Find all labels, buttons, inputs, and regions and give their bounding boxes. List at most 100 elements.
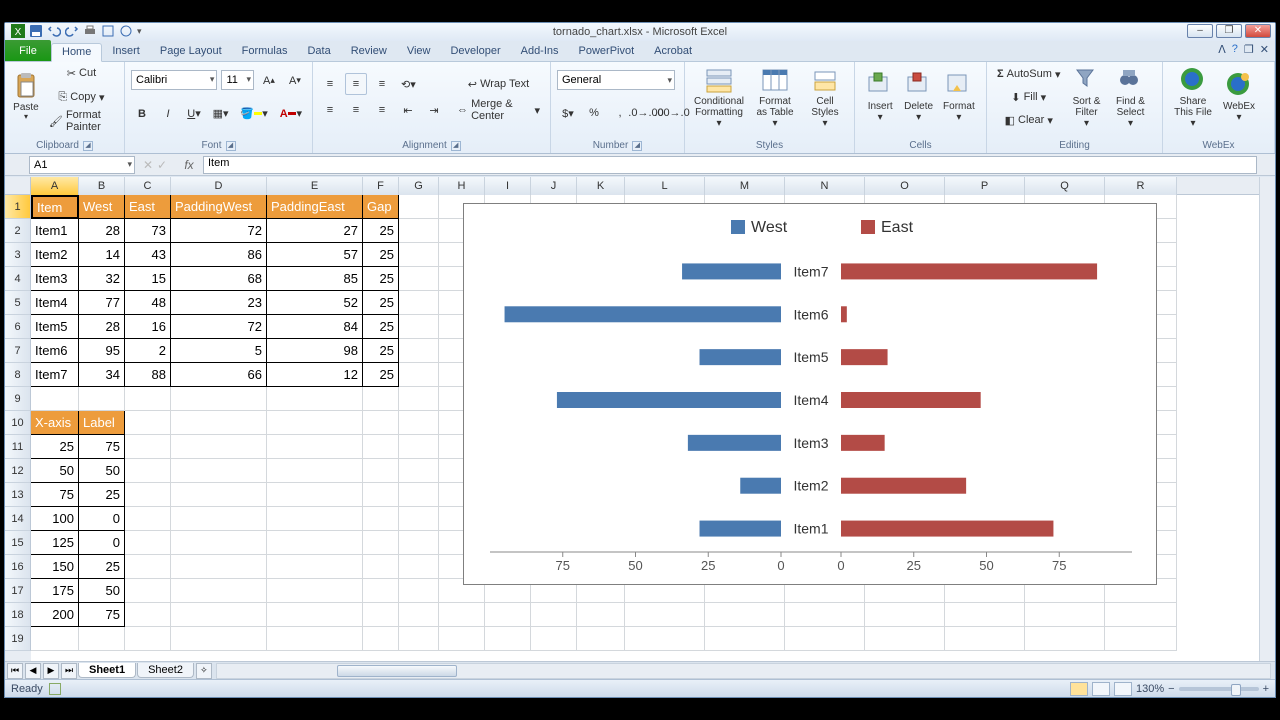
row-header-15[interactable]: 15 <box>5 531 31 555</box>
cell[interactable] <box>125 387 171 411</box>
cell[interactable] <box>705 603 785 627</box>
cell[interactable] <box>399 219 439 243</box>
qat-icon-2[interactable] <box>119 24 133 38</box>
row-header-10[interactable]: 10 <box>5 411 31 435</box>
row-header-6[interactable]: 6 <box>5 315 31 339</box>
cell[interactable]: 34 <box>79 363 125 387</box>
cell[interactable] <box>363 459 399 483</box>
cell[interactable] <box>267 507 363 531</box>
cell[interactable] <box>363 555 399 579</box>
decrease-decimal-button[interactable]: .00→.0 <box>661 102 683 124</box>
cell[interactable] <box>485 603 531 627</box>
cell[interactable]: 28 <box>79 315 125 339</box>
row-header-13[interactable]: 13 <box>5 483 31 507</box>
tab-developer[interactable]: Developer <box>440 43 510 61</box>
cell[interactable]: 57 <box>267 243 363 267</box>
cell[interactable] <box>125 627 171 651</box>
cell[interactable]: Item4 <box>31 291 79 315</box>
cell[interactable]: 48 <box>125 291 171 315</box>
embedded-chart[interactable]: WestEastItem7Item6Item5Item4Item3Item2It… <box>463 203 1157 585</box>
tab-add-ins[interactable]: Add-Ins <box>511 43 569 61</box>
cell[interactable] <box>171 579 267 603</box>
fill-color-button[interactable]: 🪣▾ <box>236 103 272 125</box>
align-top-button[interactable]: ≡ <box>319 73 341 95</box>
share-file-button[interactable]: Share This File▾ <box>1169 64 1217 130</box>
cell[interactable] <box>399 507 439 531</box>
cell[interactable]: PaddingEast <box>267 195 363 219</box>
cell[interactable] <box>31 627 79 651</box>
undo-icon[interactable] <box>47 24 61 38</box>
cell[interactable] <box>171 459 267 483</box>
row-header-19[interactable]: 19 <box>5 627 31 651</box>
page-break-view-icon[interactable] <box>1114 682 1132 696</box>
cell[interactable]: 43 <box>125 243 171 267</box>
horizontal-scrollbar[interactable] <box>216 663 1271 679</box>
cell[interactable] <box>363 579 399 603</box>
font-size-combo[interactable]: 11 <box>221 70 254 90</box>
col-header-P[interactable]: P <box>945 177 1025 195</box>
cell[interactable]: 50 <box>79 579 125 603</box>
row-header-18[interactable]: 18 <box>5 603 31 627</box>
save-icon[interactable] <box>29 24 43 38</box>
cell[interactable] <box>705 627 785 651</box>
align-center-button[interactable]: ≡ <box>345 99 367 121</box>
cell[interactable] <box>439 627 485 651</box>
worksheet-grid[interactable]: ABCDEFGHIJKLMNOPQR 123456789101112131415… <box>5 177 1275 661</box>
file-tab[interactable]: File <box>5 40 51 61</box>
sheet-nav-first-icon[interactable]: ⏮ <box>7 663 23 679</box>
cell[interactable]: 75 <box>79 435 125 459</box>
tab-home[interactable]: Home <box>51 43 102 62</box>
tab-view[interactable]: View <box>397 43 441 61</box>
cell[interactable] <box>363 411 399 435</box>
cell[interactable]: 16 <box>125 315 171 339</box>
cell[interactable]: 25 <box>79 555 125 579</box>
insert-cells-button[interactable]: Insert▾ <box>861 64 899 130</box>
cell[interactable]: 2 <box>125 339 171 363</box>
cell-styles-button[interactable]: Cell Styles▾ <box>803 64 847 130</box>
cell[interactable]: 72 <box>171 315 267 339</box>
cell[interactable] <box>125 603 171 627</box>
normal-view-icon[interactable] <box>1070 682 1088 696</box>
cell[interactable] <box>171 603 267 627</box>
col-header-E[interactable]: E <box>267 177 363 195</box>
col-header-A[interactable]: A <box>31 177 79 195</box>
cell[interactable] <box>363 531 399 555</box>
col-header-R[interactable]: R <box>1105 177 1177 195</box>
row-header-11[interactable]: 11 <box>5 435 31 459</box>
sheet-nav-next-icon[interactable]: ▶ <box>43 663 59 679</box>
cell[interactable]: 25 <box>363 291 399 315</box>
tab-insert[interactable]: Insert <box>102 43 150 61</box>
alignment-dialog-icon[interactable]: ◢ <box>451 141 461 151</box>
cell[interactable] <box>267 387 363 411</box>
fx-icon[interactable]: fx <box>179 158 199 172</box>
cell[interactable]: Item7 <box>31 363 79 387</box>
number-format-combo[interactable]: General <box>557 70 675 90</box>
redo-icon[interactable] <box>65 24 79 38</box>
cell[interactable] <box>399 315 439 339</box>
cell[interactable]: 25 <box>79 483 125 507</box>
col-header-G[interactable]: G <box>399 177 439 195</box>
cell[interactable] <box>399 459 439 483</box>
clear-button[interactable]: ◧ Clear ▾ <box>993 109 1065 131</box>
shrink-font-button[interactable]: A▾ <box>284 70 306 92</box>
cell[interactable] <box>31 387 79 411</box>
cell[interactable] <box>125 507 171 531</box>
col-header-H[interactable]: H <box>439 177 485 195</box>
accounting-button[interactable]: $▾ <box>557 102 579 124</box>
doc-restore-icon[interactable]: ❐ <box>1244 43 1254 56</box>
cell[interactable]: 32 <box>79 267 125 291</box>
webex-button[interactable]: WebEx▾ <box>1217 64 1261 130</box>
cell[interactable]: 100 <box>31 507 79 531</box>
cell[interactable] <box>399 339 439 363</box>
cell[interactable] <box>171 387 267 411</box>
cell[interactable] <box>399 627 439 651</box>
cell[interactable] <box>79 627 125 651</box>
format-cells-button[interactable]: Format▾ <box>938 64 980 130</box>
font-dialog-icon[interactable]: ◢ <box>226 141 236 151</box>
clipboard-dialog-icon[interactable]: ◢ <box>83 141 93 151</box>
cell[interactable]: 25 <box>363 243 399 267</box>
underline-button[interactable]: U▾ <box>183 103 205 125</box>
zoom-out-icon[interactable]: − <box>1168 683 1174 695</box>
formula-input[interactable]: Item <box>203 156 1257 174</box>
zoom-slider[interactable] <box>1179 687 1259 691</box>
